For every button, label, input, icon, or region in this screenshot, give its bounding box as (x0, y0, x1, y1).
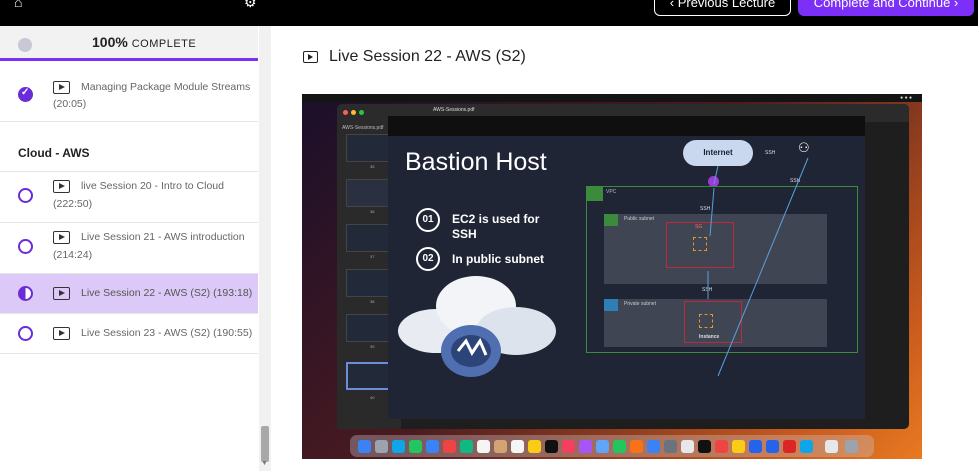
tv-icon (545, 440, 558, 453)
lecture-title: Managing Package Module Streams (81, 81, 251, 93)
sidebar-scrollbar[interactable]: ▼ (259, 26, 271, 471)
chrome-icon (732, 440, 745, 453)
lecture-duration: (214:24) (53, 249, 93, 261)
thumb-number: 39 (370, 344, 375, 349)
video-icon (53, 287, 70, 300)
lecture-item[interactable]: live Session 20 - Intro to Cloud (222:50… (0, 172, 258, 223)
trash-icon (845, 440, 858, 453)
podcasts-icon (579, 440, 592, 453)
section-header: Cloud - AWS (0, 122, 258, 172)
home-icon[interactable]: ⌂ (14, 0, 22, 10)
youtube-icon (783, 440, 796, 453)
thumb-number: 36 (370, 209, 375, 214)
lecture-item[interactable]: Live Session 23 - AWS (S2) (190:55) (0, 314, 258, 354)
scrollbar-thumb[interactable] (261, 426, 269, 462)
thumb-number: 38 (370, 299, 375, 304)
launchpad-icon (375, 440, 388, 453)
lecture-duration: (20:05) (53, 98, 87, 110)
in-progress-circle-icon[interactable] (18, 286, 33, 301)
terminal-icon (698, 440, 711, 453)
calendar-icon (477, 440, 490, 453)
lecture-item[interactable]: Live Session 21 - AWS introduction (214:… (0, 223, 258, 274)
incomplete-circle-icon[interactable] (18, 326, 33, 341)
video-player[interactable]: ● ● ● AWS-Sessions.pdf AWS-Sessions.pdf … (302, 94, 922, 459)
minimize-dot-icon (351, 110, 356, 115)
word-icon (749, 440, 762, 453)
textedit-icon (681, 440, 694, 453)
lecture-item[interactable]: Managing Package Module Streams (20:05) (0, 61, 258, 122)
lecture-duration: (222:50) (53, 198, 93, 210)
lecture-title: Live Session 21 - AWS introduction (81, 231, 245, 243)
thumbs-label: AWS-Sessions.pdf (342, 125, 384, 131)
window-filename: AWS-Sessions.pdf (433, 107, 475, 113)
scroll-down-arrow-icon[interactable]: ▼ (261, 460, 268, 467)
mac-menubar: ● ● ● (302, 94, 922, 102)
downloads-icon (825, 440, 838, 453)
facetime-icon (460, 440, 473, 453)
course-sidebar: 100% COMPLETE Managing Package Module St… (0, 26, 271, 471)
app-icon (715, 440, 728, 453)
safari-icon (392, 440, 405, 453)
close-dot-icon (343, 110, 348, 115)
mail-icon (426, 440, 439, 453)
section-title: Cloud - AWS (18, 146, 90, 160)
slide-top-band (388, 116, 865, 136)
zoom-dot-icon (359, 110, 364, 115)
thumb-number: 40 (370, 395, 375, 400)
thumb-number: 35 (370, 164, 375, 169)
app-store-icon (647, 440, 660, 453)
numbers-icon (613, 440, 626, 453)
zoom-icon (766, 440, 779, 453)
video-icon (53, 327, 70, 340)
lecture-title: Live Session 22 - AWS (S2) (193:18) (81, 287, 253, 299)
bastion-host-slide: Bastion Host 01 EC2 is used for SSH 02 I… (388, 136, 865, 419)
top-bar: ⌂ ⚙ ‹ Previous Lecture Complete and Cont… (0, 0, 978, 26)
lecture-title: Live Session 23 - AWS (S2) (190:55) (81, 327, 253, 339)
video-icon (53, 81, 70, 94)
vscode-icon (800, 440, 813, 453)
keynote-icon (596, 440, 609, 453)
incomplete-circle-icon[interactable] (18, 188, 33, 203)
video-frame: ● ● ● AWS-Sessions.pdf AWS-Sessions.pdf … (302, 94, 922, 459)
reminders-icon (511, 440, 524, 453)
course-progress: 100% COMPLETE (0, 26, 258, 61)
mac-dock (350, 435, 874, 457)
complete-and-continue-button[interactable]: Complete and Continue › (798, 0, 974, 16)
music-icon (562, 440, 575, 453)
previous-lecture-button[interactable]: ‹ Previous Lecture (654, 0, 791, 16)
pages-icon (630, 440, 643, 453)
lecture-title: live Session 20 - Intro to Cloud (81, 180, 224, 192)
video-icon (53, 231, 70, 244)
lecture-heading: Live Session 22 - AWS (S2) (329, 48, 526, 65)
connection-lines (707, 157, 809, 377)
video-icon (53, 180, 70, 193)
gear-icon[interactable]: ⚙ (244, 0, 257, 11)
progress-text: 100% COMPLETE (92, 34, 197, 50)
incomplete-circle-icon[interactable] (18, 239, 33, 254)
settings-icon (664, 440, 677, 453)
progress-check-icon (18, 38, 32, 52)
thumb-number: 37 (370, 254, 375, 259)
finder-icon (358, 440, 371, 453)
lecture-item-active[interactable]: Live Session 22 - AWS (S2) (193:18) (0, 274, 258, 314)
completed-check-icon[interactable] (18, 87, 33, 102)
notes-icon (528, 440, 541, 453)
photos-icon (443, 440, 456, 453)
messages-icon (409, 440, 422, 453)
contacts-icon (494, 440, 507, 453)
video-icon (303, 51, 318, 63)
